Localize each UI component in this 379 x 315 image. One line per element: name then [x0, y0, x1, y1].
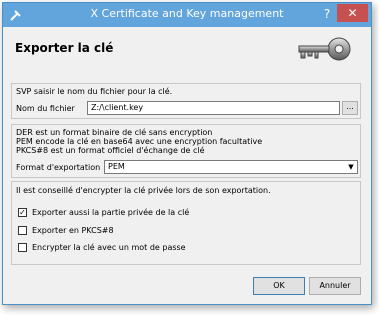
cancel-button[interactable]: Annuler — [309, 277, 361, 295]
format-desc-der: DER est un format binaire de clé sans en… — [16, 128, 213, 137]
help-button[interactable]: ? — [317, 6, 337, 22]
options-group: Il est conseillé d'encrypter la clé priv… — [11, 181, 361, 265]
window-title: X Certificate and Key management — [90, 7, 284, 20]
format-group: DER est un format binaire de clé sans en… — [11, 124, 361, 178]
format-desc-pem: PEM encode la clé en base64 avec une enc… — [16, 137, 263, 146]
page-title: Exporter la clé — [15, 41, 114, 55]
export-private-checkbox[interactable]: ✓ — [18, 208, 27, 217]
browse-button[interactable]: ... — [342, 101, 358, 115]
title-bar[interactable]: X Certificate and Key management ? ✕ — [3, 3, 371, 27]
chevron-down-icon[interactable]: ▼ — [346, 162, 356, 172]
export-key-dialog: X Certificate and Key management ? ✕ Exp… — [2, 2, 372, 305]
close-button[interactable]: ✕ — [337, 4, 368, 22]
export-private-label[interactable]: Exporter aussi la partie privée de la cl… — [32, 208, 189, 217]
encrypt-password-label[interactable]: Encrypter la clé avec un mot de passe — [32, 243, 186, 252]
export-pkcs8-checkbox[interactable] — [18, 226, 27, 235]
filename-input[interactable]: Z:/\client.key — [87, 101, 340, 115]
filename-prompt: SVP saisir le nom du fichier pour la clé… — [16, 87, 173, 96]
filename-group: SVP saisir le nom du fichier pour la clé… — [11, 83, 361, 119]
ok-button[interactable]: OK — [253, 277, 305, 295]
export-pkcs8-label[interactable]: Exporter en PKCS#8 — [32, 226, 114, 235]
key-icon — [298, 37, 351, 61]
format-select-value: PEM — [108, 162, 125, 171]
format-desc-pkcs8: PKCS#8 est un format officiel d'échange … — [16, 146, 205, 155]
format-label: Format d'exportation — [16, 163, 101, 172]
encryption-advice: Il est conseillé d'encrypter la clé priv… — [16, 186, 271, 195]
encrypt-password-checkbox[interactable] — [18, 243, 27, 252]
filename-label: Nom du fichier — [16, 104, 75, 113]
format-select[interactable]: PEM ▼ — [104, 160, 358, 174]
